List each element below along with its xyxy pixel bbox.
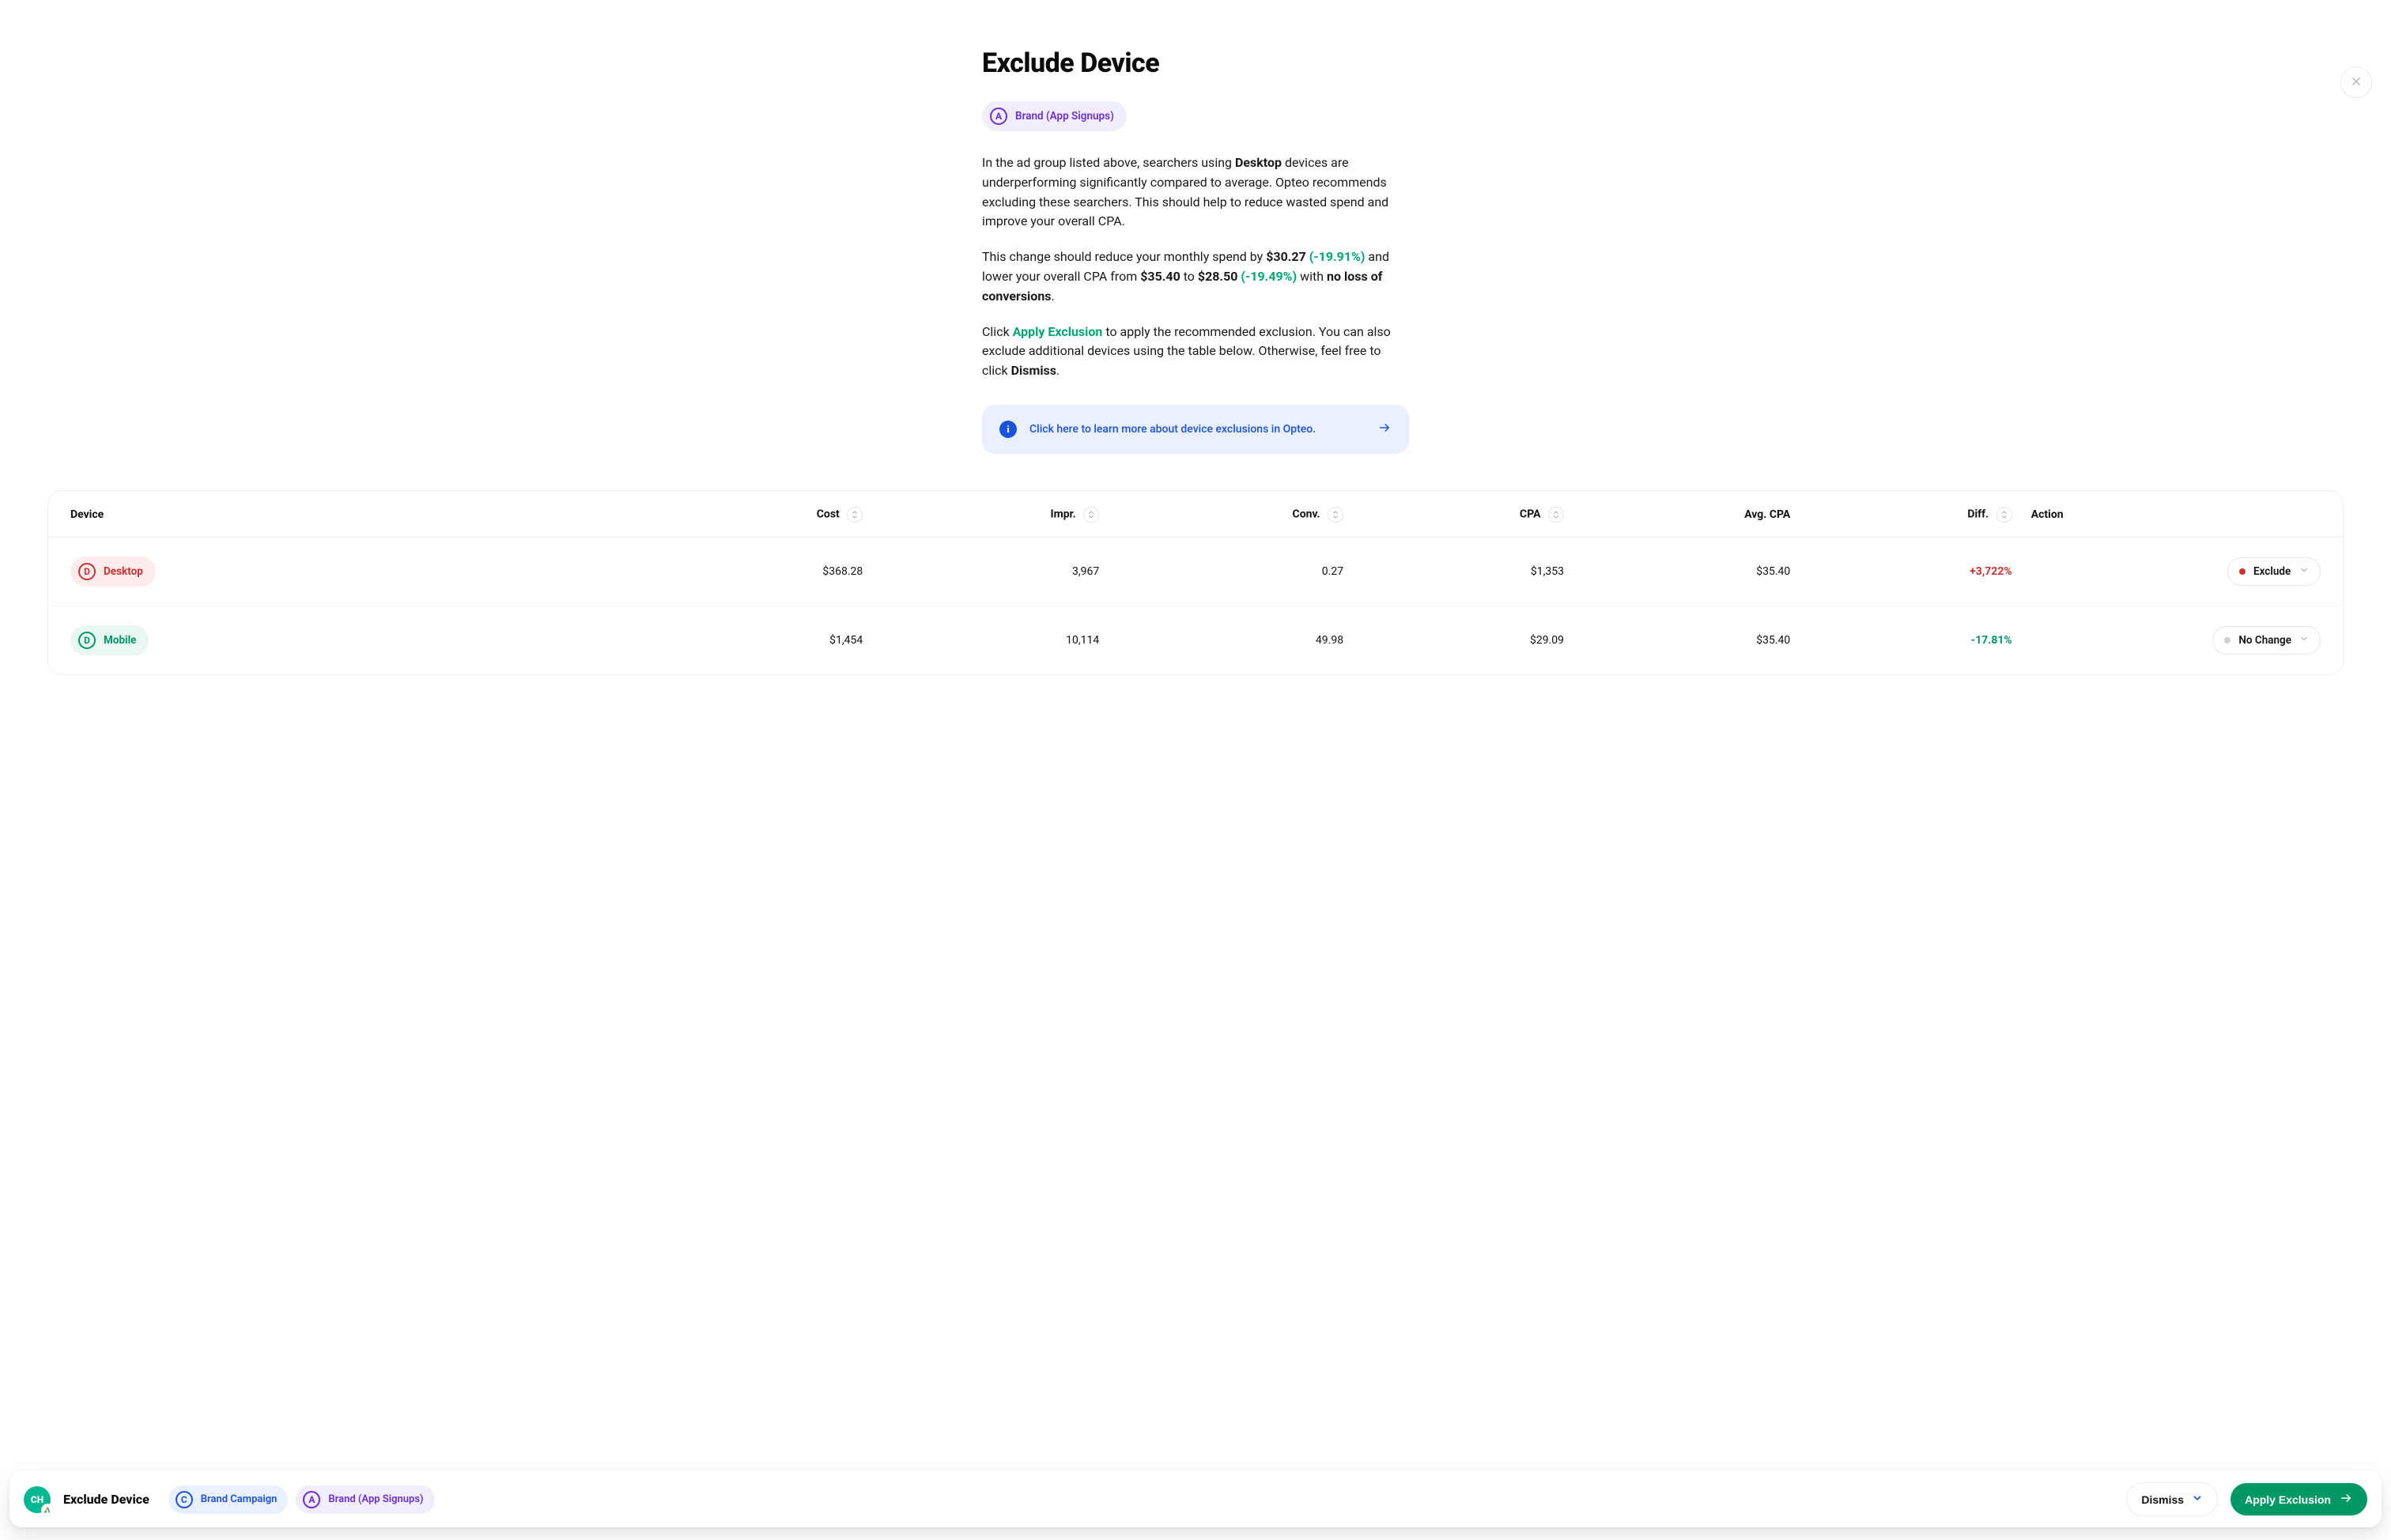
cell-conv: 49.98 <box>1109 606 1353 674</box>
table-row: D Mobile $1,45410,11449.98$29.09$35.40-17.… <box>48 606 2343 674</box>
close-icon <box>2351 76 2362 89</box>
status-dot-icon <box>2239 568 2246 575</box>
th-impr[interactable]: Impr. <box>872 491 1109 538</box>
adgroup-chip-label: Brand (App Signups) <box>1015 110 1114 123</box>
sort-icon <box>1996 507 2012 523</box>
th-avg-cpa[interactable]: Avg. CPA <box>1573 491 1800 538</box>
status-dot-icon <box>2224 637 2230 644</box>
arrow-right-icon <box>1377 421 1392 436</box>
cell-diff: +3,722% <box>1800 537 2021 606</box>
chevron-down-icon <box>2299 634 2309 647</box>
adgroup-chip: A Brand (App Signups) <box>982 101 1127 131</box>
th-cost[interactable]: Cost <box>645 491 873 538</box>
cell-cost: $368.28 <box>645 537 873 606</box>
row-action-select[interactable]: No Change <box>2212 626 2321 655</box>
chip-label: Brand Campaign <box>201 1493 278 1505</box>
device-icon: D <box>78 632 96 649</box>
device-pill: D Desktop <box>70 557 156 587</box>
paragraph-3: Click Apply Exclusion to apply the recom… <box>982 323 1409 381</box>
page-title: Exclude Device <box>982 47 1409 79</box>
device-pill: D Mobile <box>70 625 149 655</box>
row-action-label: Exclude <box>2253 565 2291 578</box>
sort-icon <box>1083 507 1099 523</box>
adgroup-chip[interactable]: A Brand (App Signups) <box>296 1485 434 1514</box>
sort-icon <box>1548 507 1564 523</box>
device-label: Mobile <box>104 634 136 647</box>
campaign-chip[interactable]: C Brand Campaign <box>168 1485 289 1514</box>
table-row: D Desktop $368.283,9670.27$1,353$35.40+3,7… <box>48 537 2343 606</box>
cell-cpa: $1,353 <box>1353 537 1573 606</box>
account-avatar-wrap: CH <box>24 1486 51 1513</box>
arrow-right-icon <box>2339 1493 2353 1506</box>
apply-exclusion-button[interactable]: Apply Exclusion <box>2230 1483 2367 1515</box>
cell-impr: 10,114 <box>872 606 1109 674</box>
chevron-down-icon <box>2192 1493 2203 1506</box>
cell-impr: 3,967 <box>872 537 1109 606</box>
info-icon: i <box>999 421 1017 438</box>
th-action: Action <box>2022 491 2343 538</box>
device-table: Device Cost Impr. Conv. CPA Avg. CPA Dif… <box>48 491 2343 674</box>
learn-more-text: Click here to learn more about device ex… <box>1029 423 1365 436</box>
cell-cost: $1,454 <box>645 606 873 674</box>
device-label: Desktop <box>104 565 143 578</box>
th-cpa[interactable]: CPA <box>1353 491 1573 538</box>
row-action-select[interactable]: Exclude <box>2227 557 2321 586</box>
device-icon: D <box>78 563 96 580</box>
cell-diff: -17.81% <box>1800 606 2021 674</box>
chip-icon: C <box>176 1491 193 1508</box>
th-device[interactable]: Device <box>48 491 645 538</box>
row-action-label: No Change <box>2238 634 2291 647</box>
action-bar-title: Exclude Device <box>63 1492 149 1507</box>
th-diff[interactable]: Diff. <box>1800 491 2021 538</box>
chip-icon: A <box>303 1491 320 1508</box>
chip-label: Brand (App Signups) <box>328 1493 423 1505</box>
chevron-down-icon <box>2299 565 2309 578</box>
cell-cpa: $29.09 <box>1353 606 1573 674</box>
action-bar: CH Exclude Device C Brand Campaign A Brand … <box>9 1471 2382 1527</box>
cell-avg-cpa: $35.40 <box>1573 537 1800 606</box>
adgroup-icon: A <box>990 108 1007 125</box>
cell-avg-cpa: $35.40 <box>1573 606 1800 674</box>
close-button[interactable] <box>2340 66 2372 98</box>
sort-icon <box>847 507 863 523</box>
sort-icon <box>1328 507 1343 523</box>
google-ads-badge-icon <box>41 1504 54 1516</box>
device-table-card: Device Cost Impr. Conv. CPA Avg. CPA Dif… <box>47 490 2344 675</box>
paragraph-1: In the ad group listed above, searchers … <box>982 153 1409 232</box>
dismiss-button[interactable]: Dismiss <box>2126 1482 2218 1516</box>
paragraph-2: This change should reduce your monthly s… <box>982 247 1409 306</box>
cell-conv: 0.27 <box>1109 537 1353 606</box>
learn-more-banner[interactable]: i Click here to learn more about device … <box>982 405 1409 454</box>
th-conv[interactable]: Conv. <box>1109 491 1353 538</box>
